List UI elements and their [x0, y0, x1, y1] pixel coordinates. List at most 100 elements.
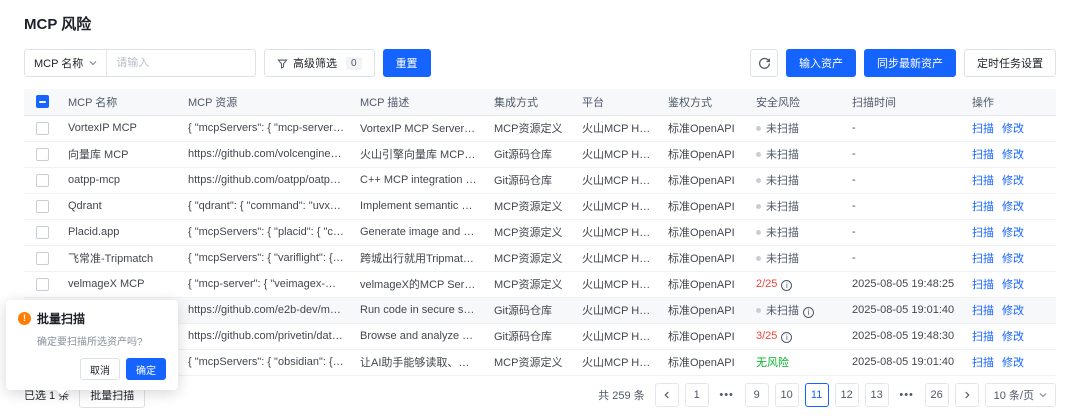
chevron-down-icon [1039, 391, 1047, 399]
row-checkbox[interactable] [36, 278, 49, 291]
table-row: 飞常准-Tripmatch{ "mcpServers": { "variflig… [24, 245, 1056, 271]
status-dot-icon [756, 126, 761, 131]
advanced-filter-label: 高级筛选 [293, 55, 337, 71]
sync-assets-button[interactable]: 同步最新资产 [864, 49, 956, 77]
chevron-right-icon [963, 391, 971, 399]
ops-cell: 扫描修改 [964, 271, 1056, 297]
row-checkbox[interactable] [36, 252, 49, 265]
page-button[interactable]: 12 [835, 383, 859, 407]
ops-cell: 扫描修改 [964, 219, 1056, 245]
mcp-resource-cell: { "qdrant": { "command": "uvx", "args": … [180, 193, 352, 219]
platform-cell: 火山MCP HUB [574, 193, 660, 219]
table-row: Qdrant{ "qdrant": { "command": "uvx", "a… [24, 193, 1056, 219]
info-icon[interactable]: i [803, 307, 814, 318]
edit-action[interactable]: 修改 [1002, 357, 1024, 369]
status-dot-icon [756, 204, 761, 209]
scan-time-cell: 2025-08-05 19:01:40 [844, 349, 964, 375]
row-checkbox[interactable] [36, 122, 49, 135]
page-ellipsis: ••• [895, 383, 919, 407]
scan-action[interactable]: 扫描 [972, 357, 994, 369]
platform-cell: 火山MCP HUB [574, 271, 660, 297]
row-checkbox[interactable] [36, 200, 49, 213]
mcp-desc-cell: 让AI助手能够读取、创... [352, 349, 486, 375]
popconfirm-message: 确定要扫描所选资产吗? [37, 333, 166, 348]
ops-cell: 扫描修改 [964, 349, 1056, 375]
edit-action[interactable]: 修改 [1002, 201, 1024, 213]
mcp-name-cell[interactable]: Placid.app [60, 219, 180, 245]
table-row: { "mcpServers": { "obsidian": { "command… [24, 349, 1056, 375]
row-checkbox[interactable] [36, 226, 49, 239]
scan-action[interactable]: 扫描 [972, 279, 994, 291]
integration-cell: MCP资源定义 [486, 245, 574, 271]
ops-cell: 扫描修改 [964, 141, 1056, 167]
edit-action[interactable]: 修改 [1002, 123, 1024, 135]
page-button[interactable]: 10 [775, 383, 799, 407]
scan-action[interactable]: 扫描 [972, 331, 994, 343]
col-header-name: MCP 名称 [60, 89, 180, 115]
row-checkbox[interactable] [36, 174, 49, 187]
select-all-checkbox[interactable] [36, 95, 49, 108]
auth-cell: 标准OpenAPI [660, 349, 748, 375]
auth-cell: 标准OpenAPI [660, 323, 748, 349]
prev-page-button[interactable] [655, 383, 679, 407]
info-icon[interactable]: i [781, 332, 792, 343]
ops-cell: 扫描修改 [964, 115, 1056, 141]
mcp-resource-cell: { "mcp-server": { "veimagex-mcp": { "com… [180, 271, 352, 297]
col-header-desc: MCP 描述 [352, 89, 486, 115]
confirm-button[interactable]: 确定 [126, 358, 166, 380]
scan-action[interactable]: 扫描 [972, 305, 994, 317]
edit-action[interactable]: 修改 [1002, 175, 1024, 187]
platform-cell: 火山MCP HUB [574, 349, 660, 375]
edit-action[interactable]: 修改 [1002, 149, 1024, 161]
auth-cell: 标准OpenAPI [660, 167, 748, 193]
row-checkbox[interactable] [36, 148, 49, 161]
risk-label: 未扫描 [766, 201, 799, 213]
table-row: VortexIP MCP{ "mcpServers": { "mcp-serve… [24, 115, 1056, 141]
scan-action[interactable]: 扫描 [972, 175, 994, 187]
next-page-button[interactable] [955, 383, 979, 407]
page-size-select[interactable]: 10 条/页 [985, 383, 1056, 407]
page-button[interactable]: 26 [925, 383, 949, 407]
col-header-scan-time: 扫描时间 [844, 89, 964, 115]
scan-action[interactable]: 扫描 [972, 201, 994, 213]
page-button[interactable]: 1 [685, 383, 709, 407]
platform-cell: 火山MCP HUB [574, 297, 660, 323]
info-icon[interactable]: i [781, 280, 792, 291]
col-header-ops: 操作 [964, 89, 1056, 115]
edit-action[interactable]: 修改 [1002, 305, 1024, 317]
mcp-name-cell[interactable]: VortexIP MCP [60, 115, 180, 141]
scan-action[interactable]: 扫描 [972, 227, 994, 239]
page-button[interactable]: 9 [745, 383, 769, 407]
mcp-name-cell[interactable]: Qdrant [60, 193, 180, 219]
page-button[interactable]: 13 [865, 383, 889, 407]
platform-cell: 火山MCP HUB [574, 245, 660, 271]
advanced-filter-button[interactable]: 高级筛选 0 [264, 49, 375, 77]
mcp-name-cell: 飞常准-Tripmatch [60, 245, 180, 271]
scan-action[interactable]: 扫描 [972, 149, 994, 161]
edit-action[interactable]: 修改 [1002, 227, 1024, 239]
edit-action[interactable]: 修改 [1002, 331, 1024, 343]
page-button[interactable]: 11 [805, 383, 829, 407]
edit-action[interactable]: 修改 [1002, 279, 1024, 291]
mcp-name-cell[interactable]: 向量库 MCP [60, 141, 180, 167]
scan-action[interactable]: 扫描 [972, 253, 994, 265]
platform-cell: 火山MCP HUB [574, 323, 660, 349]
total-count-text: 共 259 条 [598, 387, 644, 403]
search-combo: MCP 名称 [24, 49, 256, 77]
risk-label: 未扫描 [766, 149, 799, 161]
scan-action[interactable]: 扫描 [972, 123, 994, 135]
search-input[interactable] [107, 57, 255, 69]
integration-cell: Git源码仓库 [486, 297, 574, 323]
cancel-button[interactable]: 取消 [80, 358, 120, 380]
scan-time-cell: 2025-08-05 19:48:30 [844, 323, 964, 349]
refresh-button[interactable] [750, 49, 778, 77]
edit-action[interactable]: 修改 [1002, 253, 1024, 265]
import-assets-button[interactable]: 输入资产 [786, 49, 856, 77]
search-field-select[interactable]: MCP 名称 [25, 50, 107, 76]
risk-label: 未扫描 [766, 123, 799, 135]
mcp-name-cell[interactable]: velmageX MCP [60, 271, 180, 297]
scan-time-cell: - [844, 193, 964, 219]
mcp-desc-cell: C++ MCP integration for... [352, 167, 486, 193]
reset-button[interactable]: 重置 [383, 49, 431, 77]
task-settings-button[interactable]: 定时任务设置 [964, 49, 1056, 77]
